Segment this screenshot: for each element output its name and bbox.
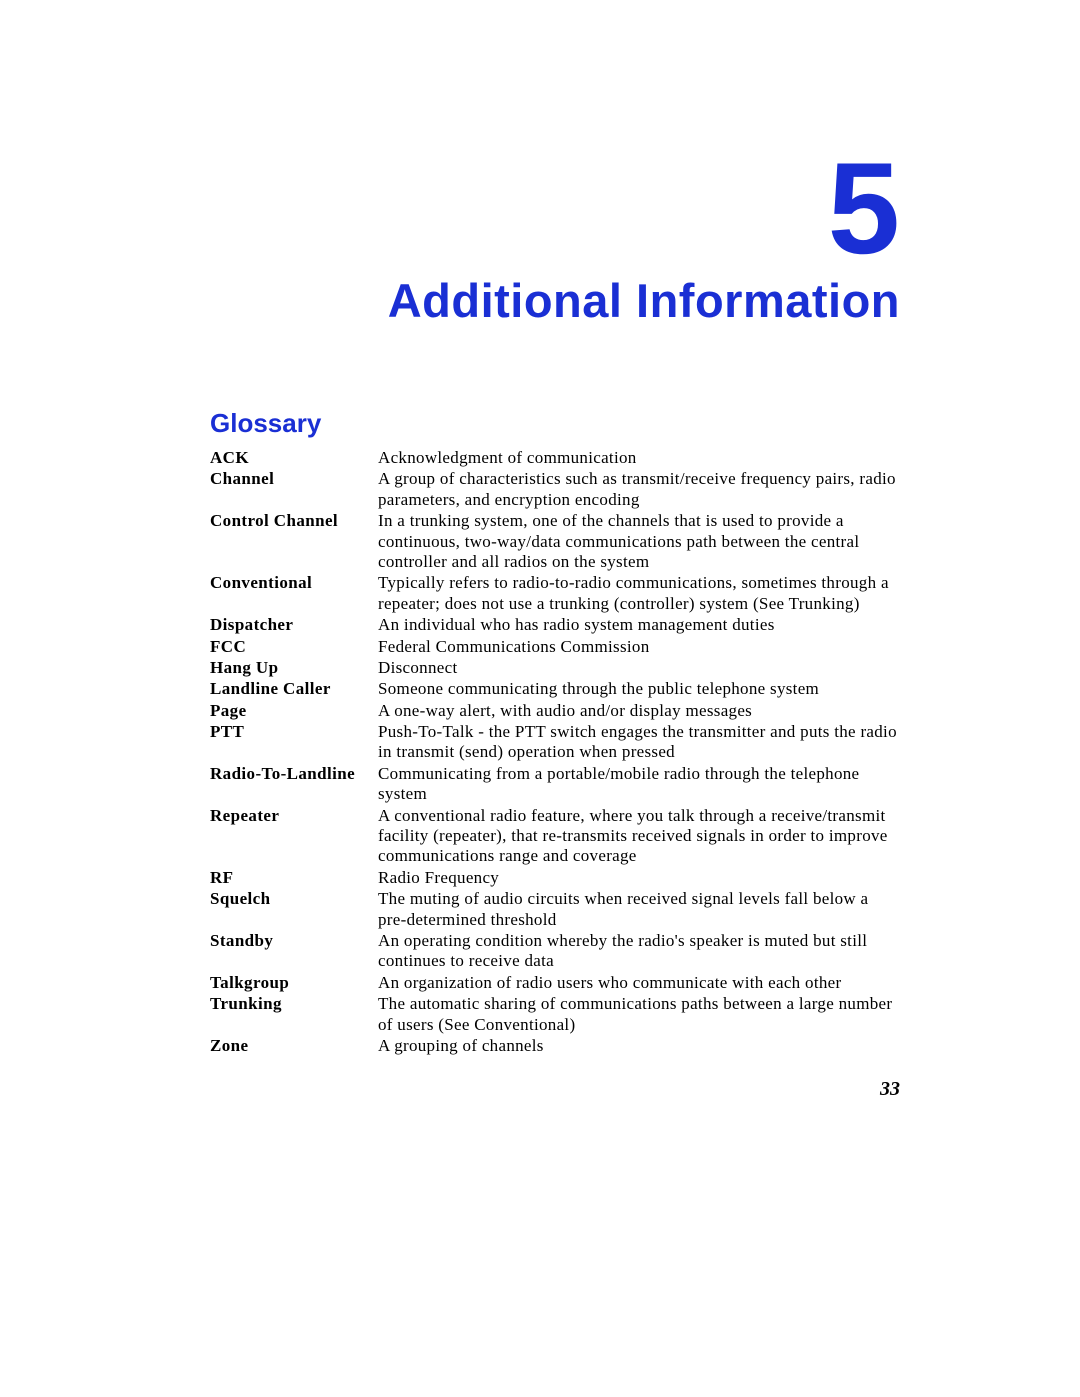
glossary-definition: Typically refers to radio-to-radio commu… [378,573,900,614]
chapter-title: Additional Information [210,273,900,328]
glossary-row: Trunking The automatic sharing of commun… [210,993,900,1035]
glossary-row: FCC Federal Communications Commission [210,636,900,657]
glossary-term: RF [210,868,378,888]
glossary-definition: Acknowledgment of communication [378,448,900,468]
glossary-term: Zone [210,1036,378,1056]
glossary-definition: Push-To-Talk - the PTT switch engages th… [378,722,900,763]
glossary-row: Dispatcher An individual who has radio s… [210,614,900,635]
glossary-row: Conventional Typically refers to radio-t… [210,572,900,614]
glossary-row: Landline Caller Someone communicating th… [210,678,900,699]
glossary-term: Control Channel [210,511,378,531]
glossary-row: PTT Push-To-Talk - the PTT switch engage… [210,721,900,763]
page-number: 33 [210,1078,900,1101]
glossary-row: ACK Acknowledgment of communication [210,447,900,468]
glossary-row: RF Radio Frequency [210,867,900,888]
glossary-term: FCC [210,637,378,657]
glossary-definition: In a trunking system, one of the channel… [378,511,900,572]
glossary-definition: Radio Frequency [378,868,900,888]
glossary-term: PTT [210,722,378,742]
glossary-definition: A grouping of channels [378,1036,900,1056]
glossary-term: Talkgroup [210,973,378,993]
chapter-number: 5 [210,150,900,267]
glossary-term: Conventional [210,573,378,593]
glossary-term: Landline Caller [210,679,378,699]
glossary-definition: Disconnect [378,658,900,678]
glossary-definition: Federal Communications Commission [378,637,900,657]
glossary-definition: Communicating from a portable/mobile rad… [378,764,900,805]
glossary-term: ACK [210,448,378,468]
glossary-definition: An organization of radio users who commu… [378,973,900,993]
document-page: 5 Additional Information Glossary ACK Ac… [0,0,1080,1397]
glossary-term: Page [210,701,378,721]
glossary-definition: The muting of audio circuits when receiv… [378,889,900,930]
glossary-row: Control Channel In a trunking system, on… [210,510,900,572]
glossary-definition: The automatic sharing of communications … [378,994,900,1035]
glossary-term: Dispatcher [210,615,378,635]
glossary-row: Standby An operating condition whereby t… [210,930,900,972]
glossary-term: Hang Up [210,658,378,678]
glossary-row: Talkgroup An organization of radio users… [210,972,900,993]
glossary-definition: A one-way alert, with audio and/or displ… [378,701,900,721]
glossary-row: Squelch The muting of audio circuits whe… [210,888,900,930]
glossary-term: Squelch [210,889,378,909]
glossary-row: Hang Up Disconnect [210,657,900,678]
glossary-table: ACK Acknowledgment of communication Chan… [210,447,900,1056]
glossary-definition: Someone communicating through the public… [378,679,900,699]
glossary-definition: An individual who has radio system manag… [378,615,900,635]
glossary-term: Radio-To-Landline [210,764,378,784]
glossary-term: Channel [210,469,378,489]
glossary-term: Repeater [210,806,378,826]
glossary-definition: A group of characteristics such as trans… [378,469,900,510]
glossary-row: Radio-To-Landline Communicating from a p… [210,763,900,805]
glossary-definition: A conventional radio feature, where you … [378,806,900,867]
glossary-row: Channel A group of characteristics such … [210,468,900,510]
glossary-term: Trunking [210,994,378,1014]
glossary-row: Repeater A conventional radio feature, w… [210,805,900,867]
section-title-glossary: Glossary [210,408,900,439]
glossary-row: Zone A grouping of channels [210,1035,900,1056]
glossary-row: Page A one-way alert, with audio and/or … [210,700,900,721]
glossary-term: Standby [210,931,378,951]
glossary-definition: An operating condition whereby the radio… [378,931,900,972]
